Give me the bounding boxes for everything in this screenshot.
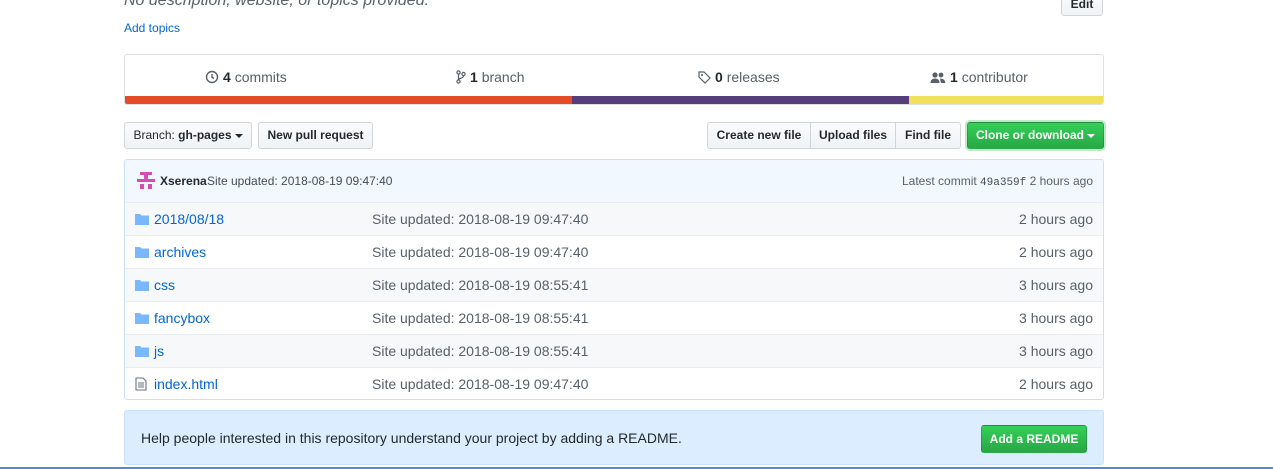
commits-link[interactable]: 4 commits (205, 69, 287, 85)
edit-button[interactable]: Edit (1061, 0, 1103, 16)
readme-prompt: Help people interested in this repositor… (124, 410, 1104, 465)
add-topics-link[interactable]: Add topics (124, 21, 180, 35)
folder-icon (135, 344, 149, 360)
file-age: 2 hours ago (1019, 211, 1093, 227)
new-pull-request-button[interactable]: New pull request (258, 122, 373, 149)
folder-icon (135, 245, 149, 261)
branches-count: 1 (470, 69, 478, 85)
contributors-count: 1 (950, 69, 958, 85)
commit-tease: Xserena Site updated: 2018-08-19 09:47:4… (125, 160, 1103, 203)
commits-count: 4 (223, 69, 231, 85)
chevron-down-icon (1087, 133, 1095, 138)
branches-label: branch (481, 69, 525, 85)
file-age: 3 hours ago (1019, 277, 1093, 293)
find-file-button[interactable]: Find file (895, 122, 961, 149)
file-name-link[interactable]: js (154, 343, 164, 359)
file-name-link[interactable]: 2018/08/18 (154, 211, 224, 227)
create-new-file-button[interactable]: Create new file (707, 122, 811, 149)
people-icon (930, 72, 946, 83)
repo-summary: 4 commits 1 branch 0 releases 1 contribu… (124, 54, 1104, 105)
language-segment[interactable] (125, 96, 572, 104)
folder-icon (135, 212, 149, 228)
table-row: css Site updated: 2018-08-19 08:55:41 3 ho… (125, 268, 1103, 302)
file-icon (135, 377, 147, 394)
file-commit-message[interactable]: Site updated: 2018-08-19 08:55:41 (372, 277, 588, 293)
file-commit-message[interactable]: Site updated: 2018-08-19 09:47:40 (372, 211, 588, 227)
commits-label: commits (234, 69, 287, 85)
contributors-link[interactable]: 1 contributor (930, 69, 1028, 85)
file-age: 2 hours ago (1019, 244, 1093, 260)
clone-or-download-button[interactable]: Clone or download (967, 122, 1104, 149)
commit-message[interactable]: Site updated: 2018-08-19 09:47:40 (207, 174, 392, 188)
clone-label: Clone or download (976, 128, 1084, 142)
language-segment[interactable] (909, 96, 1103, 104)
file-name-link[interactable]: index.html (154, 376, 218, 392)
releases-count: 0 (715, 69, 723, 85)
language-segment[interactable] (571, 96, 910, 104)
folder-icon (135, 278, 149, 294)
file-commit-message[interactable]: Site updated: 2018-08-19 09:47:40 (372, 376, 588, 392)
latest-commit-info: Latest commit 49a359f 2 hours ago (902, 174, 1093, 189)
readme-prompt-text: Help people interested in this repositor… (141, 430, 682, 446)
branches-link[interactable]: 1 branch (456, 69, 525, 85)
commit-age: 2 hours ago (1029, 174, 1093, 188)
releases-link[interactable]: 0 releases (698, 69, 780, 85)
file-age: 3 hours ago (1019, 310, 1093, 326)
commit-author[interactable]: Xserena (160, 174, 207, 188)
file-commit-message[interactable]: Site updated: 2018-08-19 08:55:41 (372, 343, 588, 359)
branch-prefix: Branch: (133, 128, 175, 142)
file-commit-message[interactable]: Site updated: 2018-08-19 08:55:41 (372, 310, 588, 326)
repo-description: No description, website, or topics provi… (124, 0, 430, 9)
file-name-link[interactable]: css (154, 277, 175, 293)
branch-name: gh-pages (178, 128, 232, 142)
table-row: js Site updated: 2018-08-19 08:55:41 3 hou… (125, 334, 1103, 368)
add-readme-button[interactable]: Add a README (981, 425, 1087, 453)
avatar[interactable] (136, 171, 156, 191)
file-commit-message[interactable]: Site updated: 2018-08-19 09:47:40 (372, 244, 588, 260)
file-name-link[interactable]: archives (154, 244, 206, 260)
table-row: fancybox Site updated: 2018-08-19 08:55:4… (125, 301, 1103, 335)
table-row: 2018/08/18 Site updated: 2018-08-19 09:47… (125, 202, 1103, 236)
file-age: 2 hours ago (1019, 376, 1093, 392)
language-bar[interactable] (125, 96, 1103, 104)
tag-icon (698, 71, 711, 84)
folder-icon (135, 311, 149, 327)
history-icon (205, 70, 219, 84)
branch-select-button[interactable]: Branch: gh-pages (124, 122, 252, 149)
commit-sha[interactable]: 49a359f (980, 177, 1026, 189)
releases-label: releases (726, 69, 780, 85)
table-row: archives Site updated: 2018-08-19 09:47:4… (125, 235, 1103, 269)
latest-commit-label: Latest commit (902, 174, 977, 188)
chevron-down-icon (234, 133, 243, 138)
file-age: 3 hours ago (1019, 343, 1093, 359)
branch-icon (456, 70, 466, 84)
file-name-link[interactable]: fancybox (154, 310, 210, 326)
file-list: Xserena Site updated: 2018-08-19 09:47:4… (124, 159, 1104, 400)
table-row: index.html Site updated: 2018-08-19 09:47… (125, 367, 1103, 399)
upload-files-button[interactable]: Upload files (810, 122, 896, 149)
contributors-label: contributor (961, 69, 1028, 85)
